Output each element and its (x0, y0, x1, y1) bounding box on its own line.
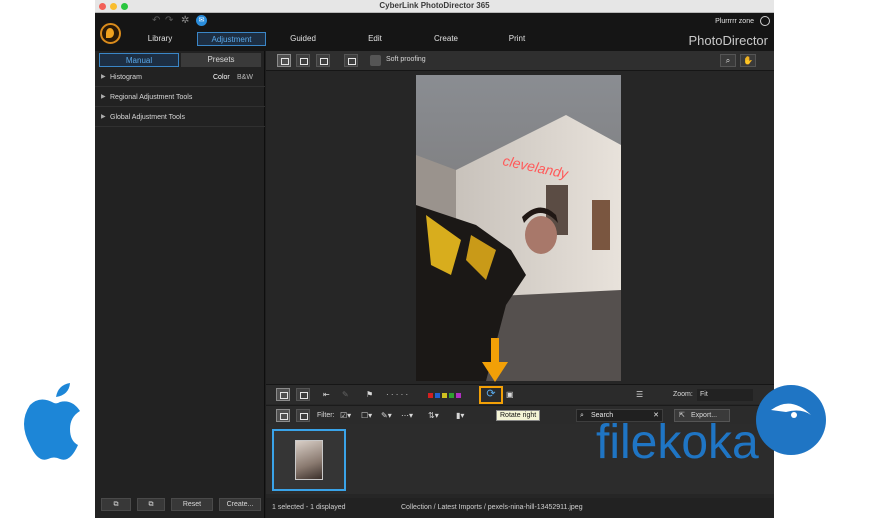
second-display-button[interactable] (344, 54, 358, 67)
app-logo (100, 23, 121, 44)
tab-edit[interactable]: Edit (350, 32, 400, 46)
label-blue[interactable] (435, 393, 440, 398)
photo-image: clevelandy (416, 75, 621, 381)
thumbnail-image (295, 440, 323, 480)
user-account-icon[interactable] (760, 16, 770, 26)
section-regional-adjustment-tools[interactable]: ▶ Regional Adjustment Tools (95, 88, 265, 107)
main-photo[interactable]: clevelandy (416, 75, 621, 381)
highlight-arrow-icon (482, 338, 508, 382)
settings-gear-icon[interactable]: ✲ (181, 15, 189, 26)
redo-icon[interactable]: ↷ (165, 15, 173, 26)
label-green[interactable] (449, 393, 454, 398)
label-red[interactable] (428, 393, 433, 398)
photo-thumbnail[interactable] (272, 429, 346, 491)
soft-proofing-checkbox[interactable] (370, 55, 381, 66)
section-global-adjustment-tools[interactable]: ▶ Global Adjustment Tools (95, 108, 265, 127)
viewer-toolbar: Soft proofing ⌕ ✋ (266, 51, 774, 71)
section-histogram[interactable]: ▶ Histogram Color B&W (95, 68, 265, 87)
user-name[interactable]: Plurrrrr zone (715, 18, 754, 25)
expand-arrow-icon: ▶ (101, 94, 106, 100)
copy-settings-button[interactable]: ⧉ (101, 498, 131, 511)
list-mode-button[interactable] (296, 409, 310, 422)
filter-select-dropdown[interactable]: ☐▾ (361, 410, 372, 422)
section-label: Regional Adjustment Tools (110, 94, 193, 101)
tab-library[interactable]: Library (135, 32, 185, 46)
filter-label: Filter: (317, 412, 335, 419)
filekoka-watermark: filekoka (596, 385, 826, 469)
zoom-tool-button[interactable]: ⌕ (720, 54, 736, 67)
histogram-bw-option[interactable]: B&W (237, 68, 253, 87)
notification-icon[interactable]: ✉ (196, 15, 207, 26)
top-navigation: ↶ ↷ ✲ ✉ Library Adjustment Guided Edit C… (95, 13, 774, 51)
paste-settings-button[interactable]: ⧉ (137, 498, 165, 511)
tab-manual[interactable]: Manual (99, 53, 179, 67)
adjustment-panel: Manual Presets ▶ Histogram Color B&W ▶ R… (95, 51, 265, 518)
tab-create[interactable]: Create (421, 32, 471, 46)
filekoka-text: filekoka (596, 416, 759, 469)
filmstrip-mode-button[interactable] (276, 409, 290, 422)
create-preset-button[interactable]: Create... (219, 498, 261, 511)
label-yellow[interactable] (442, 393, 447, 398)
expand-arrow-icon: ▶ (101, 74, 106, 80)
search-icon: ⌕ (580, 412, 584, 419)
flag-rotate-left-icon[interactable]: ⇤ (323, 389, 330, 401)
flag-icon[interactable]: ⚑ (366, 389, 373, 401)
tab-adjustment[interactable]: Adjustment (197, 32, 266, 46)
section-label: Histogram (110, 74, 142, 81)
filter-more-dropdown[interactable]: ⋯▾ (401, 410, 413, 422)
apple-logo-icon (24, 383, 80, 460)
single-view-button[interactable] (277, 54, 291, 67)
stack-dropdown[interactable]: ▮▾ (456, 410, 464, 422)
histogram-color-option[interactable]: Color (213, 68, 230, 87)
hand-tool-button[interactable]: ✋ (740, 54, 756, 67)
rotate-right-tooltip: Rotate right (496, 410, 541, 421)
sort-order-dropdown[interactable]: ⇅▾ (428, 410, 439, 422)
section-label: Global Adjustment Tools (110, 114, 185, 121)
expand-arrow-icon: ▶ (101, 114, 106, 120)
tab-print[interactable]: Print (492, 32, 542, 46)
status-bar: 1 selected - 1 displayed Collection / La… (266, 498, 774, 518)
title-bar: CyberLink PhotoDirector 365 (95, 0, 774, 13)
brush-icon[interactable]: ✎ (342, 389, 349, 401)
file-path: Collection / Latest Imports / pexels-nin… (401, 504, 583, 511)
rating-dots[interactable]: · · · · · (386, 389, 408, 401)
reset-button[interactable]: Reset (171, 498, 213, 511)
filter-flag-dropdown[interactable]: ☑▾ (340, 410, 351, 422)
grid-view-button[interactable] (316, 54, 330, 67)
brand-name: PhotoDirector (688, 33, 768, 48)
window-title: CyberLink PhotoDirector 365 (379, 1, 490, 10)
soft-proofing-label: Soft proofing (386, 56, 426, 63)
rotate-right-button[interactable]: ⟳ (479, 386, 503, 404)
compare-view-button[interactable] (296, 54, 310, 67)
filter-edit-dropdown[interactable]: ✎▾ (381, 410, 392, 422)
selection-status: 1 selected - 1 displayed (272, 504, 346, 511)
crop-icon[interactable]: ▣ (506, 389, 514, 401)
tab-guided[interactable]: Guided (278, 32, 328, 46)
label-purple[interactable] (456, 393, 461, 398)
tab-presets[interactable]: Presets (181, 53, 261, 67)
filmstrip-single-view-button[interactable] (276, 388, 290, 401)
undo-icon[interactable]: ↶ (152, 15, 160, 26)
filmstrip-compare-button[interactable] (296, 388, 310, 401)
